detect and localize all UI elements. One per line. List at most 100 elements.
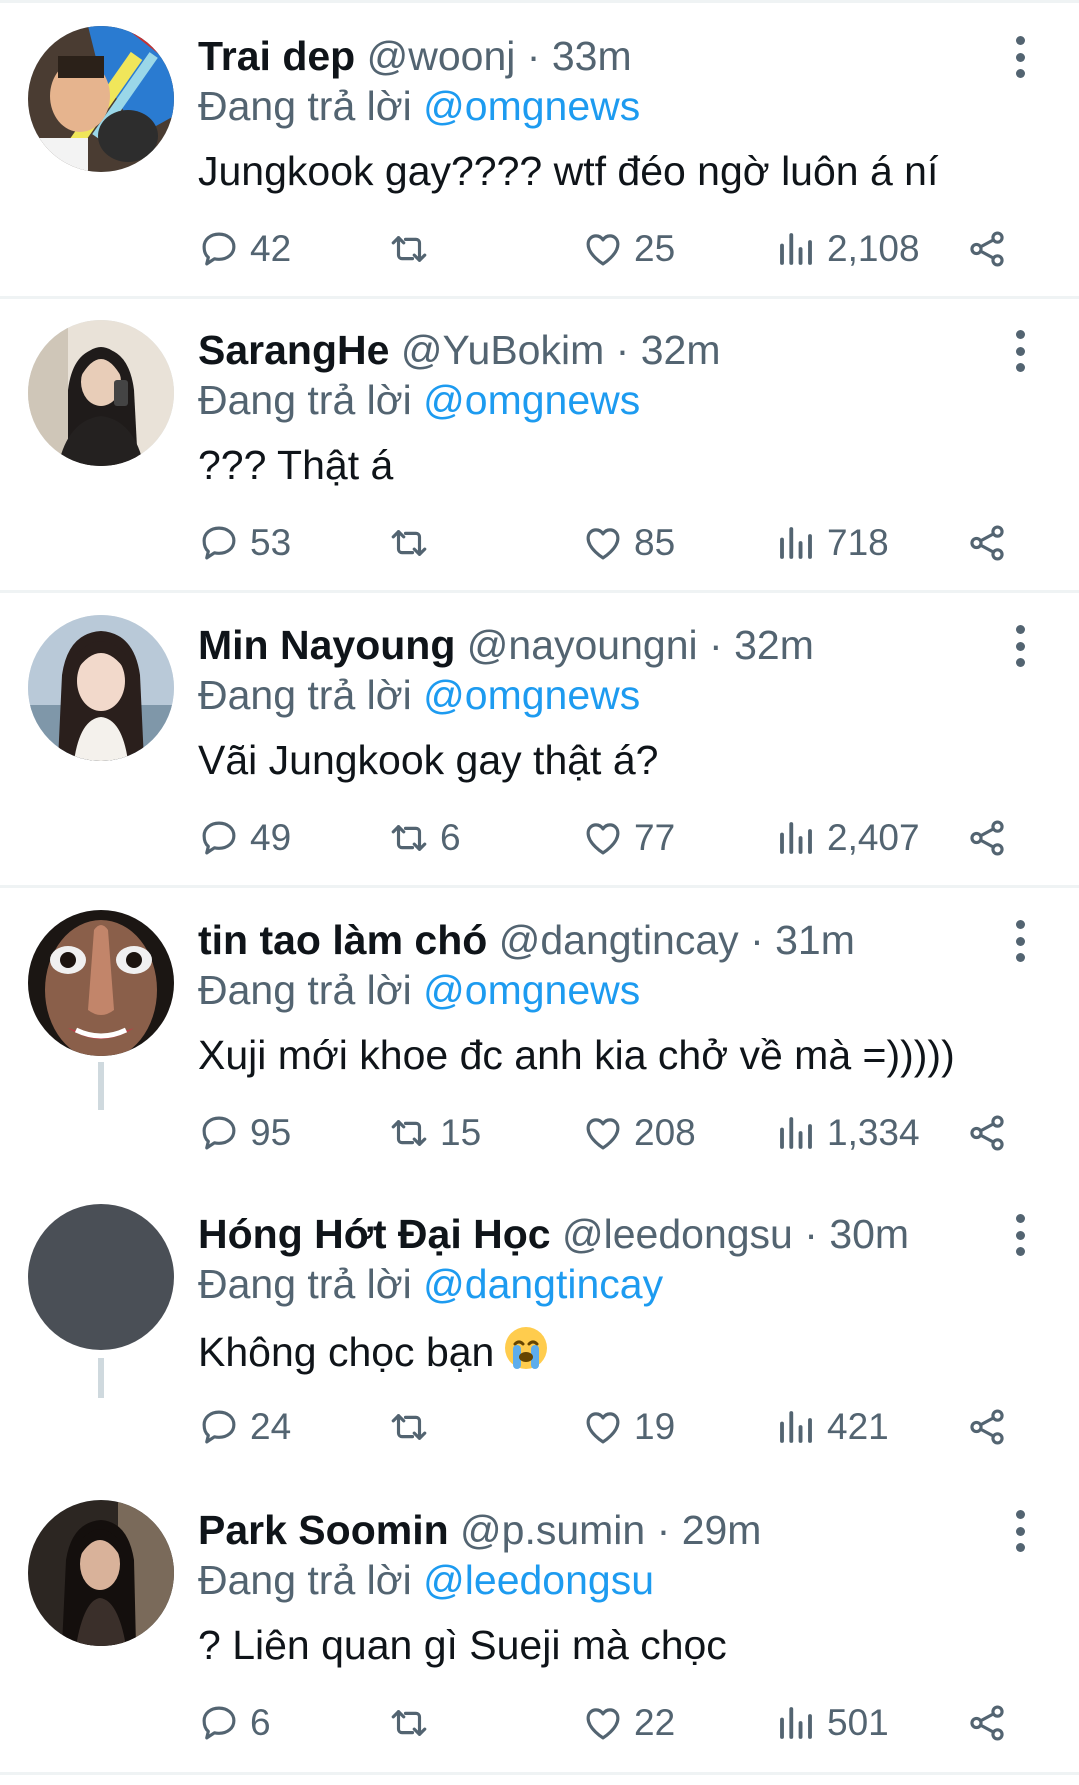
- user-handle[interactable]: @dangtincay: [499, 917, 739, 963]
- avatar[interactable]: [28, 1500, 174, 1646]
- avatar[interactable]: [28, 1204, 174, 1350]
- timestamp[interactable]: 32m: [734, 622, 814, 668]
- more-options-icon[interactable]: [1002, 326, 1038, 376]
- more-options-icon[interactable]: [1002, 1210, 1038, 1260]
- like-button[interactable]: 22: [582, 1698, 675, 1748]
- reply-mention-link[interactable]: @omgnews: [423, 672, 640, 718]
- reply-mention-link[interactable]: @omgnews: [423, 967, 640, 1013]
- separator: ·: [709, 622, 723, 668]
- retweet-icon: [391, 236, 427, 262]
- more-options-icon[interactable]: [1002, 32, 1038, 82]
- reply-mention-link[interactable]: @leedongsu: [423, 1557, 654, 1603]
- share-button[interactable]: [966, 518, 1008, 568]
- like-button[interactable]: 25: [582, 224, 675, 274]
- tweet[interactable]: Park Soomin @p.sumin · 29m Đang trả lời …: [0, 1476, 1079, 1770]
- tweet-text: Xuji mới khoe đc anh kia chở về mà =))))…: [198, 1032, 955, 1078]
- replies-feed: Trai dep @woonj · 33m Đang trả lời @omgn…: [0, 0, 1079, 1785]
- timestamp[interactable]: 31m: [775, 917, 855, 963]
- views-button[interactable]: 2,407: [775, 813, 920, 863]
- retweet-button[interactable]: 6: [388, 813, 461, 863]
- tweet[interactable]: tin tao làm chó @dangtincay · 31m Đang t…: [0, 886, 1079, 1180]
- tweet-text: ??? Thật á: [198, 442, 394, 488]
- views-icon: [780, 233, 812, 265]
- display-name[interactable]: SarangHe: [198, 327, 389, 373]
- share-button[interactable]: [966, 1402, 1008, 1452]
- retweet-button[interactable]: 15: [388, 1108, 481, 1158]
- replying-to: Đang trả lời @leedongsu: [198, 1556, 654, 1604]
- reply-button[interactable]: 95: [198, 1108, 291, 1158]
- timestamp[interactable]: 32m: [641, 327, 721, 373]
- avatar[interactable]: [28, 910, 174, 1056]
- views-button[interactable]: 2,108: [775, 224, 920, 274]
- reply-button[interactable]: 6: [198, 1698, 271, 1748]
- timestamp[interactable]: 30m: [829, 1211, 909, 1257]
- views-button[interactable]: 421: [775, 1402, 889, 1452]
- display-name[interactable]: Park Soomin: [198, 1507, 449, 1553]
- retweet-icon: [391, 1120, 427, 1146]
- reply-mention-link[interactable]: @dangtincay: [423, 1261, 663, 1307]
- timestamp[interactable]: 29m: [682, 1507, 762, 1553]
- user-handle[interactable]: @leedongsu: [562, 1211, 793, 1257]
- reply-button[interactable]: 49: [198, 813, 291, 863]
- share-button[interactable]: [966, 1108, 1008, 1158]
- like-button[interactable]: 77: [582, 813, 675, 863]
- retweet-icon: [391, 1414, 427, 1440]
- display-name[interactable]: Trai dep: [198, 33, 355, 79]
- heart-icon: [586, 1412, 620, 1444]
- heart-icon: [586, 823, 620, 855]
- retweet-icon: [391, 1710, 427, 1736]
- reply-button[interactable]: 42: [198, 224, 291, 274]
- share-icon: [970, 1115, 1004, 1151]
- share-icon: [970, 1705, 1004, 1741]
- views-count: 2,407: [827, 817, 920, 858]
- replying-to-label: Đang trả lời: [198, 967, 412, 1013]
- user-handle[interactable]: @woonj: [367, 33, 516, 79]
- reply-button[interactable]: 53: [198, 518, 291, 568]
- views-button[interactable]: 501: [775, 1698, 889, 1748]
- reply-count: 24: [250, 1406, 292, 1447]
- like-count: 208: [634, 1112, 696, 1153]
- like-button[interactable]: 85: [582, 518, 675, 568]
- more-options-icon[interactable]: [1002, 621, 1038, 671]
- tweet[interactable]: Min Nayoung @nayoungni · 32m Đang trả lờ…: [0, 591, 1079, 885]
- user-handle[interactable]: @nayoungni: [467, 622, 698, 668]
- share-button[interactable]: [966, 813, 1008, 863]
- like-button[interactable]: 19: [582, 1402, 675, 1452]
- share-button[interactable]: [966, 1698, 1008, 1748]
- retweet-button[interactable]: [388, 1698, 440, 1748]
- user-handle[interactable]: @p.sumin: [460, 1507, 645, 1553]
- display-name[interactable]: Hóng Hớt Đại Học: [198, 1211, 551, 1257]
- avatar[interactable]: [28, 320, 174, 466]
- avatar[interactable]: [28, 615, 174, 761]
- tweet[interactable]: Hóng Hớt Đại Học @leedongsu · 30m Đang t…: [0, 1180, 1079, 1474]
- views-button[interactable]: 718: [775, 518, 889, 568]
- more-options-icon[interactable]: [1002, 916, 1038, 966]
- avatar[interactable]: [28, 26, 174, 172]
- share-button[interactable]: [966, 224, 1008, 274]
- share-icon: [970, 525, 1004, 561]
- views-button[interactable]: 1,334: [775, 1108, 920, 1158]
- reply-count: 53: [250, 522, 292, 563]
- heart-icon: [586, 1118, 620, 1150]
- comment-icon: [202, 232, 236, 266]
- reply-mention-link[interactable]: @omgnews: [423, 377, 640, 423]
- display-name[interactable]: tin tao làm chó: [198, 917, 487, 963]
- tweet[interactable]: SarangHe @YuBokim · 32m Đang trả lời @om…: [0, 296, 1079, 590]
- reply-mention-link[interactable]: @omgnews: [423, 83, 640, 129]
- reply-button[interactable]: 24: [198, 1402, 291, 1452]
- user-handle[interactable]: @YuBokim: [401, 327, 604, 373]
- tweet-actions: 49 6 77 2,407: [0, 813, 1079, 863]
- replying-to: Đang trả lời @omgnews: [198, 376, 640, 424]
- retweet-button[interactable]: [388, 518, 440, 568]
- more-options-icon[interactable]: [1002, 1506, 1038, 1556]
- tweet-actions: 53 85 718: [0, 518, 1079, 568]
- replying-to: Đang trả lời @omgnews: [198, 671, 640, 719]
- display-name[interactable]: Min Nayoung: [198, 622, 455, 668]
- tweet[interactable]: Trai dep @woonj · 33m Đang trả lời @omgn…: [0, 2, 1079, 296]
- timestamp[interactable]: 33m: [552, 33, 632, 79]
- share-icon: [970, 820, 1004, 856]
- views-icon: [780, 1411, 812, 1443]
- retweet-button[interactable]: [388, 1402, 440, 1452]
- like-button[interactable]: 208: [582, 1108, 696, 1158]
- retweet-button[interactable]: [388, 224, 440, 274]
